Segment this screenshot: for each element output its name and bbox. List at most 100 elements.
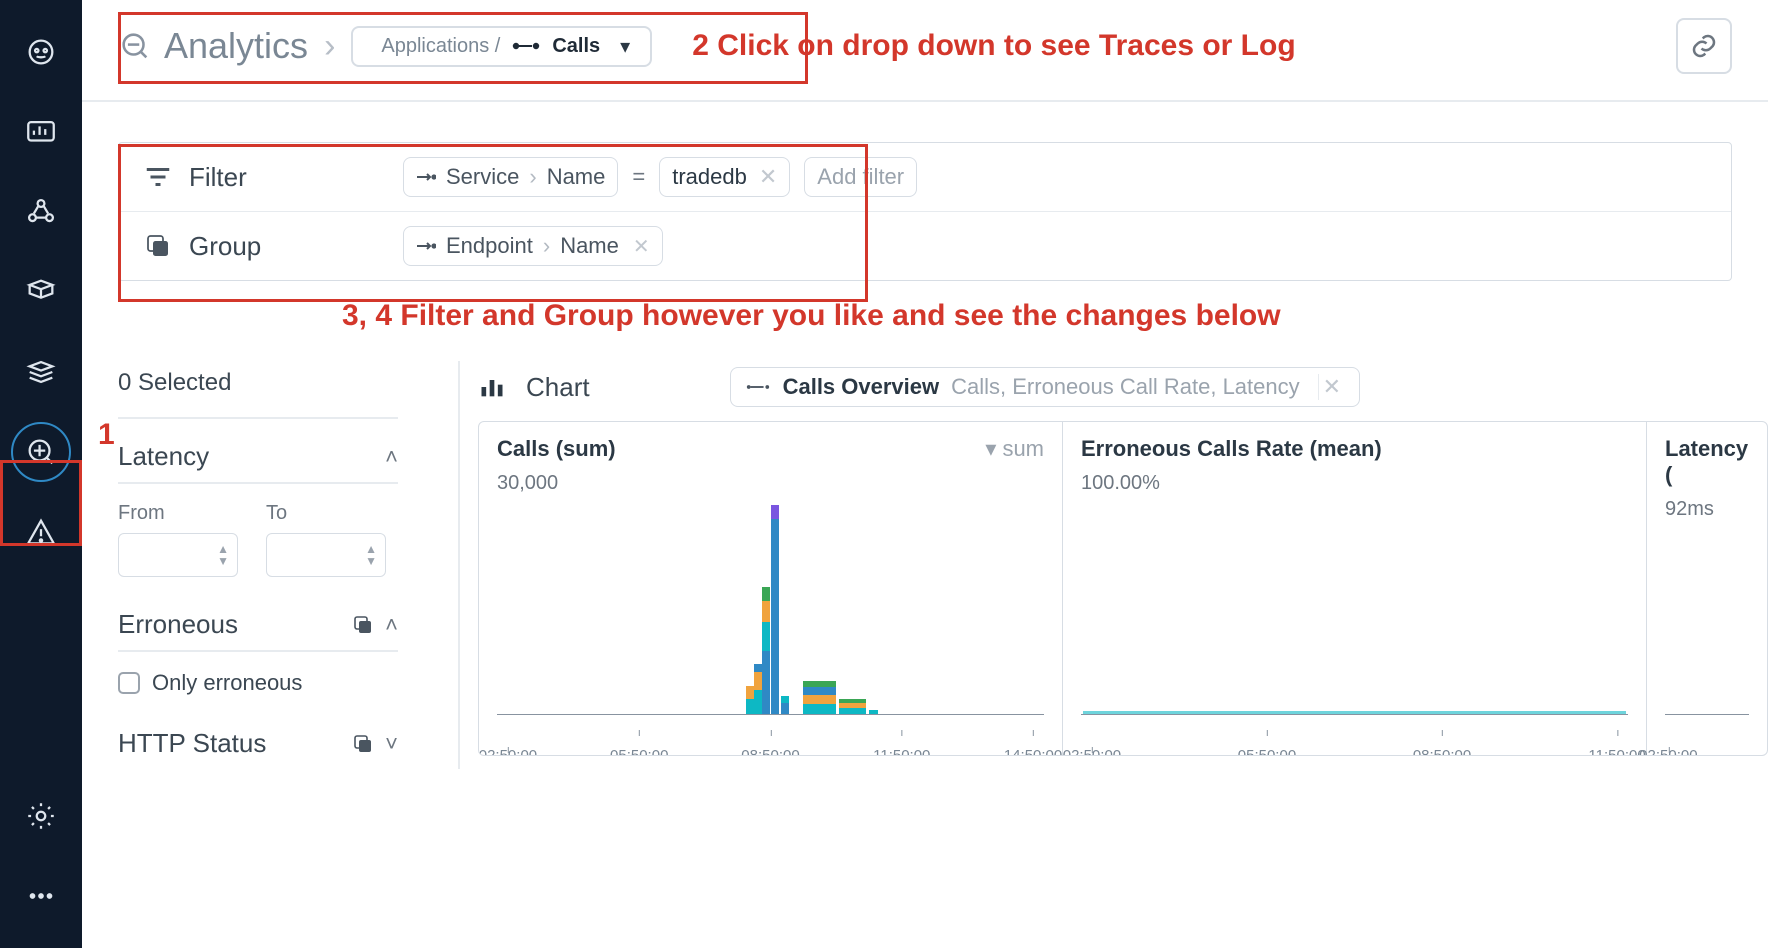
x-tick: 08:50:00	[741, 747, 799, 756]
filter-label: Filter	[189, 162, 247, 193]
calls-icon	[512, 37, 540, 55]
bar-segment	[803, 695, 836, 704]
chevron-right-icon: ›	[529, 164, 536, 190]
x-tick: 02:50:00Mar 30	[1639, 747, 1697, 756]
breadcrumb-context-label: Applications /	[381, 35, 500, 58]
filter-group-card: Filter Service › Name = tradedb ✕ Add fi…	[118, 142, 1732, 281]
search-icon	[118, 29, 152, 63]
chevron-up-icon: ˄	[385, 444, 398, 470]
chart-calls-plot[interactable]: 02:50:00Mar 3005:50:0008:50:0011:50:0014…	[497, 505, 1044, 747]
infrastructure-icon	[24, 195, 58, 229]
section-latency-header[interactable]: Latency ˄	[118, 441, 398, 472]
chart-calls-agg-selector[interactable]: ▾ sum	[985, 436, 1044, 462]
group-chip-endpoint-name[interactable]: Endpoint › Name ✕	[403, 226, 663, 266]
nav-alerts[interactable]	[13, 504, 69, 560]
nav-analytics[interactable]	[13, 424, 69, 480]
chart-grid: Calls (sum) ▾ sum 30,000 02:50:00Mar 300…	[478, 421, 1768, 756]
only-erroneous-label: Only erroneous	[152, 670, 302, 696]
chart-latency-plot[interactable]: 02:50:00Mar 30	[1665, 531, 1749, 747]
bar-segment	[754, 672, 762, 690]
chart-card-erroneous: Erroneous Calls Rate (mean) 100.00% 02:5…	[1063, 422, 1647, 755]
bar-segment	[762, 587, 770, 601]
chevron-right-icon: ›	[324, 27, 335, 66]
arrow-icon	[416, 170, 436, 184]
breadcrumb-root[interactable]: Analytics	[118, 25, 308, 67]
remove-filter-value[interactable]: ✕	[759, 164, 777, 190]
x-tick: 05:50:00	[1238, 747, 1296, 756]
breadcrumb-row: Analytics › Applications / Calls ▾ 2 Cli…	[82, 0, 1768, 100]
nav-home[interactable]	[13, 24, 69, 80]
chart-erroneous-ymax: 100.00%	[1081, 472, 1628, 495]
copy-link-button[interactable]	[1676, 18, 1732, 74]
spinner-up-icon[interactable]: ▲	[365, 544, 377, 554]
filter-chip-service-name[interactable]: Service › Name	[403, 157, 618, 197]
chevron-down-icon: ▾	[985, 436, 996, 462]
chart-chip-light: Calls, Erroneous Call Rate, Latency	[951, 374, 1300, 400]
x-tick: 02:50:00Mar 30	[479, 747, 537, 756]
annotation-step-3-4: 3, 4 Filter and Group however you like a…	[342, 299, 1768, 333]
spinner-up-icon[interactable]: ▲	[217, 544, 229, 554]
chart-chip-bold: Calls Overview	[783, 374, 940, 400]
only-erroneous-checkbox[interactable]	[118, 672, 140, 694]
bar-segment	[781, 696, 789, 703]
x-tick: 02:50:00Mar 30	[1063, 747, 1121, 756]
nav-settings[interactable]	[13, 788, 69, 844]
dashboard-icon	[24, 115, 58, 149]
chart-erroneous-title: Erroneous Calls Rate (mean)	[1081, 436, 1382, 462]
remove-chart-chip[interactable]: ✕	[1318, 374, 1345, 400]
chart-area: Chart Calls Overview Calls, Erroneous Ca…	[458, 361, 1768, 769]
latency-from-input[interactable]: ▲▼	[118, 533, 238, 577]
add-filter-button[interactable]: Add filter	[804, 157, 917, 197]
nav-more[interactable]	[13, 868, 69, 924]
chart-icon	[478, 373, 506, 401]
filter-op: =	[632, 164, 645, 190]
section-http-title: HTTP Status	[118, 728, 266, 759]
spinner-down-icon[interactable]: ▼	[217, 556, 229, 566]
bar-segment	[762, 651, 770, 714]
x-tick: 11:50:00	[873, 747, 930, 756]
section-erroneous-header[interactable]: Erroneous ˄	[118, 609, 398, 640]
link-icon	[1689, 31, 1719, 61]
filter-value-chip[interactable]: tradedb ✕	[659, 157, 790, 197]
nav-stack[interactable]	[13, 344, 69, 400]
chevron-right-icon: ›	[543, 233, 550, 259]
latency-to-input[interactable]: ▲▼	[266, 533, 386, 577]
bar-segment	[781, 703, 789, 714]
chevron-down-icon: ˅	[385, 731, 398, 757]
bar-segment	[754, 664, 762, 672]
group-chip-path-0: Endpoint	[446, 233, 533, 259]
chart-calls-title: Calls (sum)	[497, 436, 616, 462]
bar-segment	[746, 699, 754, 714]
chart-erroneous-plot[interactable]: 02:50:00Mar 3005:50:0008:50:0011:50:00	[1081, 505, 1628, 747]
section-http-header[interactable]: HTTP Status ˅	[118, 728, 398, 759]
chart-overview-chip[interactable]: Calls Overview Calls, Erroneous Call Rat…	[730, 367, 1360, 407]
only-erroneous-checkbox-row[interactable]: Only erroneous	[118, 670, 434, 696]
gear-icon	[24, 799, 58, 833]
chart-latency-title: Latency (	[1665, 436, 1749, 488]
chart-card-latency: Latency ( 92ms 02:50:00Mar 30	[1647, 422, 1767, 755]
bar-segment	[803, 704, 836, 714]
breadcrumb-context-selector[interactable]: Applications / Calls ▾	[351, 26, 652, 67]
remove-group-chip[interactable]: ✕	[633, 234, 650, 259]
chart-header-label: Chart	[526, 372, 590, 403]
chevron-down-icon: ▾	[620, 34, 630, 59]
nav-dashboard[interactable]	[13, 104, 69, 160]
spinner-down-icon[interactable]: ▼	[365, 556, 377, 566]
breadcrumb-root-label: Analytics	[164, 25, 308, 67]
bar-segment	[771, 519, 780, 714]
nav-infrastructure[interactable]	[13, 184, 69, 240]
bar-segment	[762, 622, 770, 651]
stack-icon	[24, 355, 58, 389]
latency-from-label: From	[118, 502, 238, 525]
latency-to-label: To	[266, 502, 386, 525]
x-tick: 08:50:00	[1413, 747, 1471, 756]
group-row: Group Endpoint › Name ✕	[119, 211, 1731, 280]
side-panel: 0 Selected Latency ˄ From ▲▼ To ▲▼	[118, 361, 458, 769]
filter-value: tradedb	[672, 164, 747, 190]
breadcrumb-current-label: Calls	[552, 35, 600, 58]
annotation-step-1: 1	[98, 418, 115, 452]
bar-segment	[746, 686, 754, 699]
bar-segment	[754, 690, 762, 714]
nav-pipeline[interactable]	[13, 264, 69, 320]
group-icon	[351, 613, 375, 637]
